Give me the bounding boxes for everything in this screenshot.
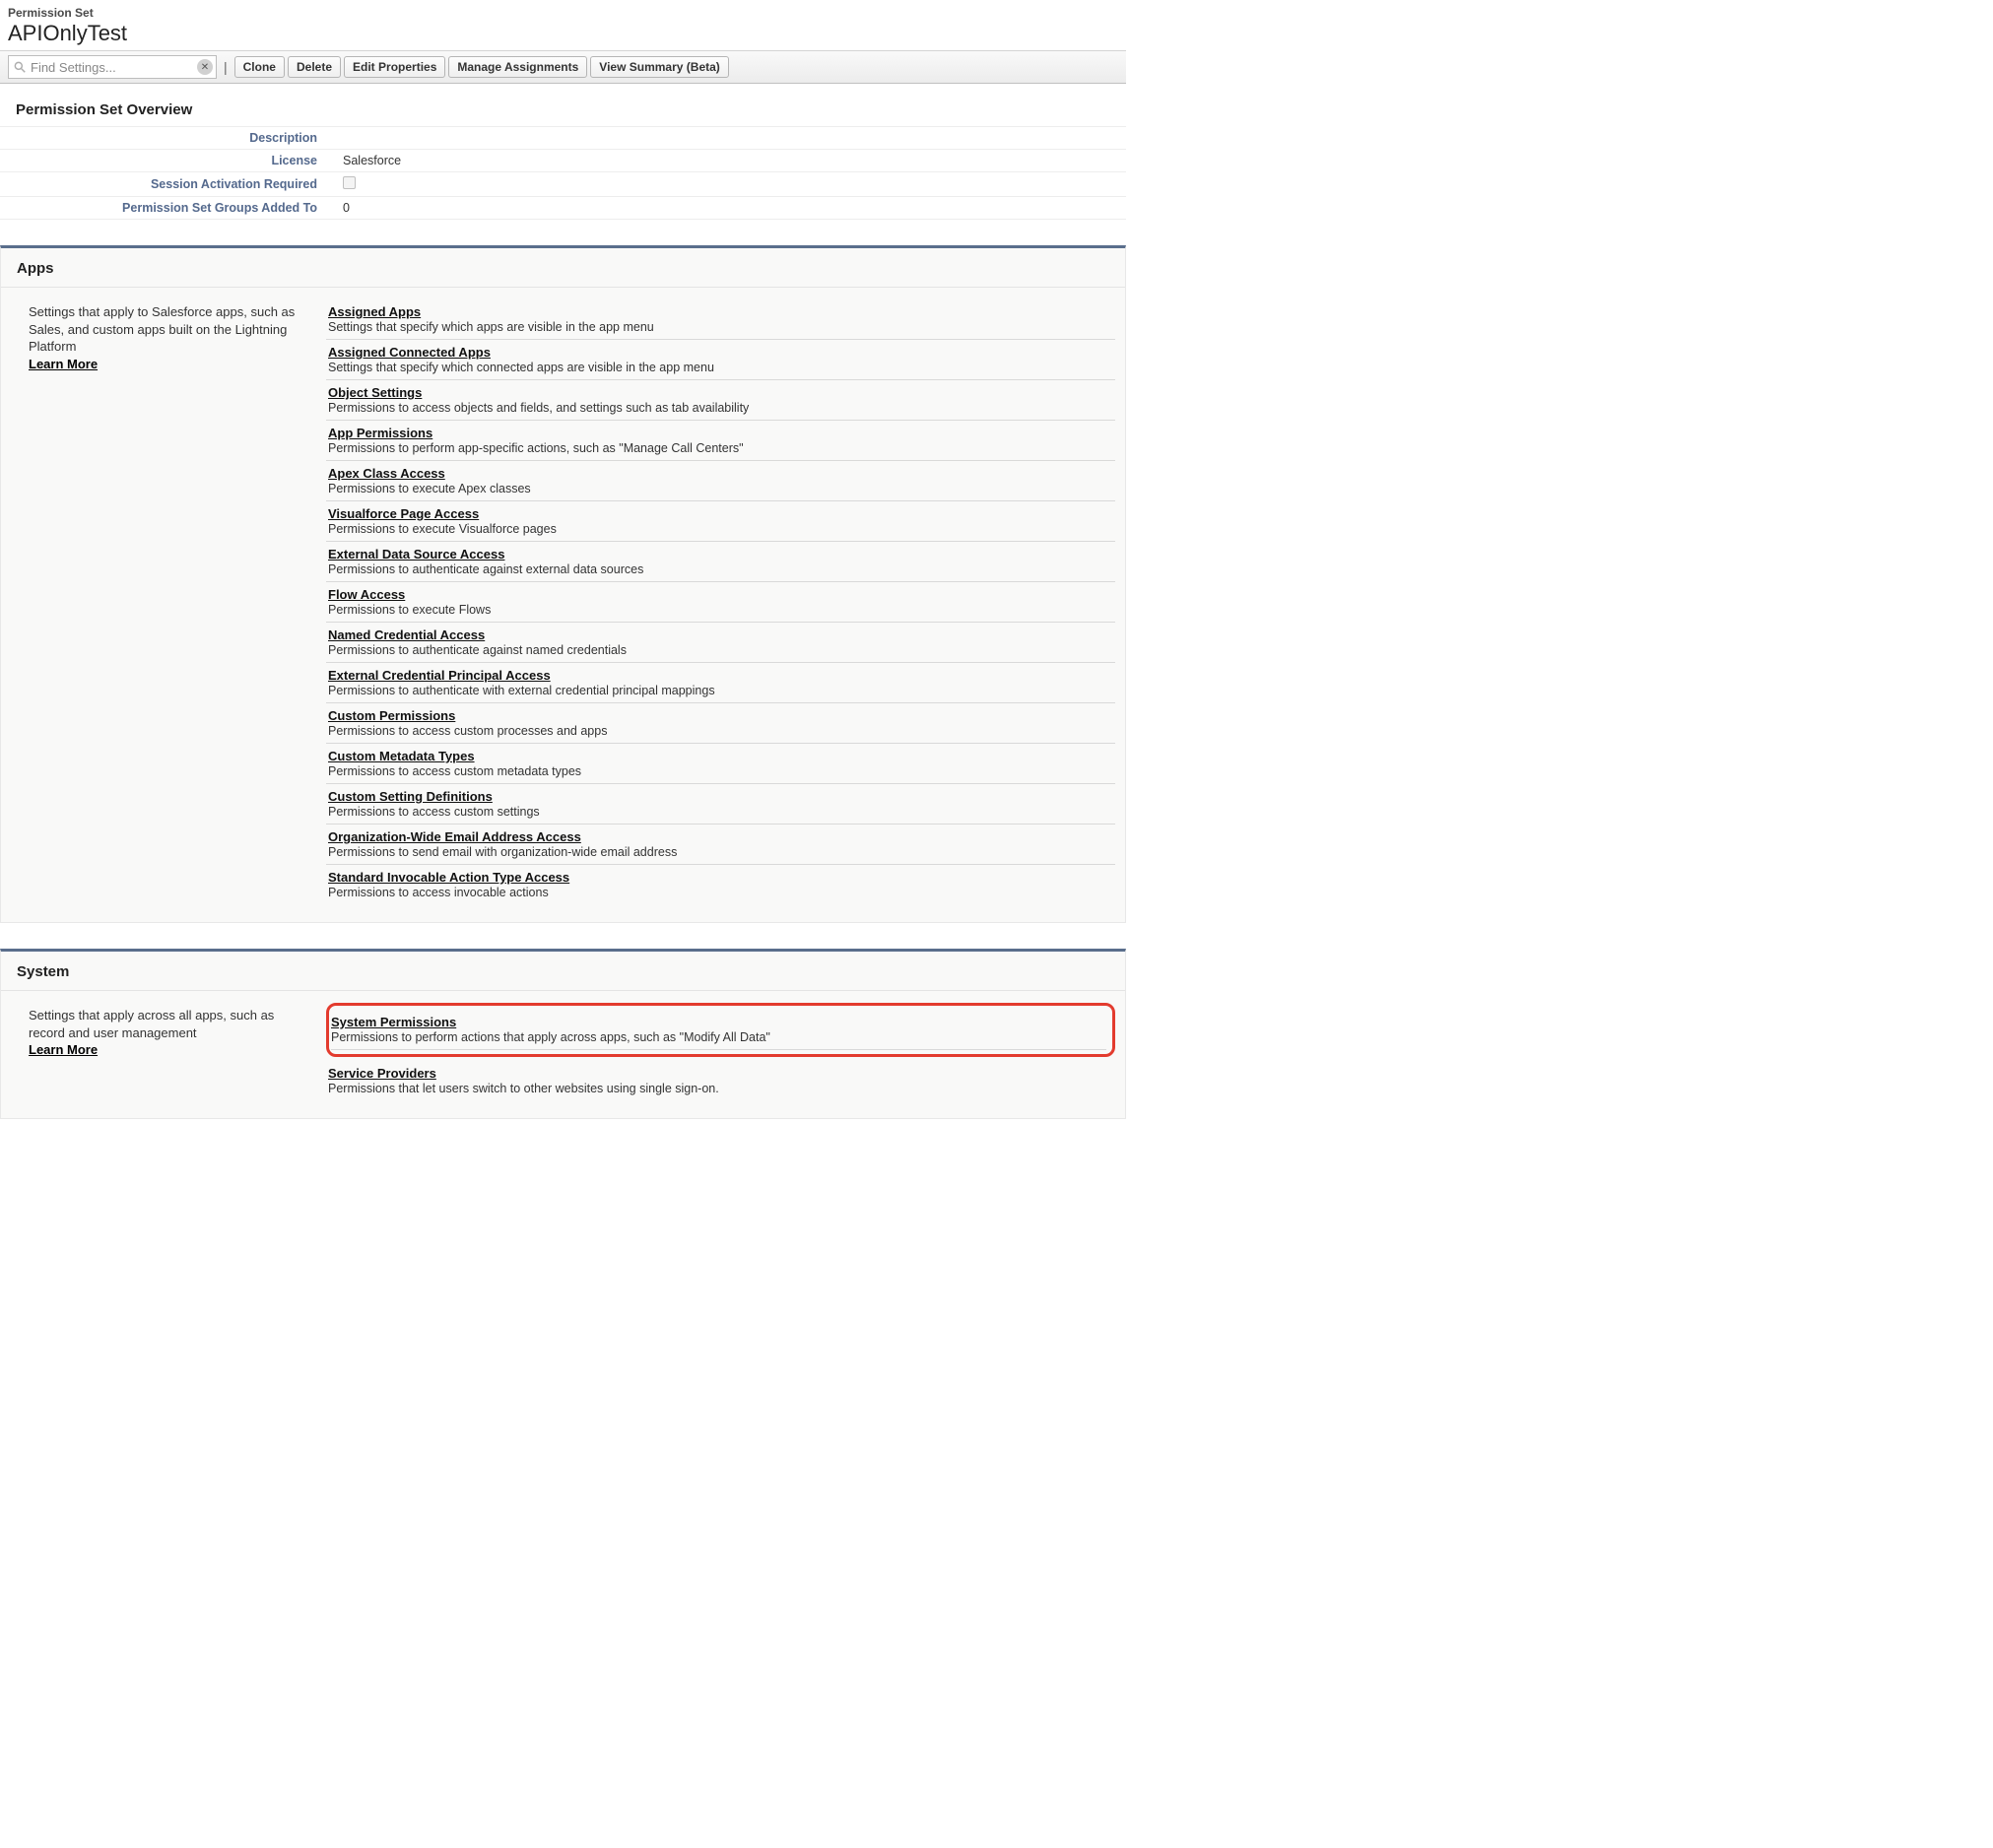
apps-learn-more-link[interactable]: Learn More — [29, 357, 98, 371]
edit-properties-button[interactable]: Edit Properties — [344, 56, 445, 78]
link-external-credential-principal-access[interactable]: External Credential Principal Access — [328, 668, 1113, 683]
ov-label-license: License — [0, 150, 335, 172]
toolbar: ✕ | Clone Delete Edit Properties Manage … — [0, 50, 1126, 84]
link-desc-flow-access: Permissions to execute Flows — [328, 603, 1113, 617]
manage-assignments-button[interactable]: Manage Assignments — [448, 56, 587, 78]
link-desc-external-credential-principal-access: Permissions to authenticate with externa… — [328, 684, 1113, 697]
clone-button[interactable]: Clone — [234, 56, 285, 78]
link-row-service-providers: Service ProvidersPermissions that let us… — [326, 1061, 1115, 1100]
link-service-providers[interactable]: Service Providers — [328, 1066, 1113, 1081]
link-desc-standard-invocable-action-type-access: Permissions to access invocable actions — [328, 886, 1113, 899]
link-organization-wide-email-address-access[interactable]: Organization-Wide Email Address Access — [328, 829, 1113, 844]
link-desc-custom-metadata-types: Permissions to access custom metadata ty… — [328, 764, 1113, 778]
ov-label-session: Session Activation Required — [0, 172, 335, 197]
apps-link-list: Assigned AppsSettings that specify which… — [326, 299, 1115, 904]
link-row-assigned-connected-apps: Assigned Connected AppsSettings that spe… — [326, 340, 1115, 380]
ov-value-session — [335, 172, 1126, 197]
link-desc-custom-permissions: Permissions to access custom processes a… — [328, 724, 1113, 738]
ov-label-groups: Permission Set Groups Added To — [0, 197, 335, 220]
link-desc-assigned-apps: Settings that specify which apps are vis… — [328, 320, 1113, 334]
link-row-external-credential-principal-access: External Credential Principal AccessPerm… — [326, 663, 1115, 703]
link-object-settings[interactable]: Object Settings — [328, 385, 1113, 400]
session-checkbox — [343, 176, 356, 189]
link-custom-metadata-types[interactable]: Custom Metadata Types — [328, 749, 1113, 763]
search-wrap: ✕ — [8, 55, 217, 79]
link-system-permissions[interactable]: System Permissions — [331, 1015, 1106, 1029]
link-row-system-permissions: System PermissionsPermissions to perform… — [331, 1010, 1106, 1050]
page-title: APIOnlyTest — [8, 21, 1118, 46]
link-app-permissions[interactable]: App Permissions — [328, 426, 1113, 440]
link-standard-invocable-action-type-access[interactable]: Standard Invocable Action Type Access — [328, 870, 1113, 885]
link-assigned-apps[interactable]: Assigned Apps — [328, 304, 1113, 319]
link-custom-permissions[interactable]: Custom Permissions — [328, 708, 1113, 723]
link-named-credential-access[interactable]: Named Credential Access — [328, 627, 1113, 642]
apps-intro-text: Settings that apply to Salesforce apps, … — [29, 304, 295, 354]
ov-label-description: Description — [0, 127, 335, 150]
system-intro: Settings that apply across all apps, suc… — [11, 1003, 326, 1100]
link-desc-organization-wide-email-address-access: Permissions to send email with organizat… — [328, 845, 1113, 859]
apps-section: Apps Settings that apply to Salesforce a… — [0, 245, 1126, 923]
link-apex-class-access[interactable]: Apex Class Access — [328, 466, 1113, 481]
system-section: System Settings that apply across all ap… — [0, 949, 1126, 1119]
page-pretitle: Permission Set — [8, 6, 1118, 20]
view-summary-button[interactable]: View Summary (Beta) — [590, 56, 729, 78]
overview-table: Description License Salesforce Session A… — [0, 126, 1126, 220]
link-row-assigned-apps: Assigned AppsSettings that specify which… — [326, 299, 1115, 340]
ov-value-groups: 0 — [335, 197, 1126, 220]
link-row-standard-invocable-action-type-access: Standard Invocable Action Type AccessPer… — [326, 865, 1115, 904]
link-row-apex-class-access: Apex Class AccessPermissions to execute … — [326, 461, 1115, 501]
highlight-system-permissions: System PermissionsPermissions to perform… — [326, 1003, 1115, 1057]
link-row-app-permissions: App PermissionsPermissions to perform ap… — [326, 421, 1115, 461]
link-desc-object-settings: Permissions to access objects and fields… — [328, 401, 1113, 415]
overview-heading: Permission Set Overview — [0, 84, 1126, 126]
link-desc-custom-setting-definitions: Permissions to access custom settings — [328, 805, 1113, 819]
link-row-organization-wide-email-address-access: Organization-Wide Email Address AccessPe… — [326, 825, 1115, 865]
delete-button[interactable]: Delete — [288, 56, 341, 78]
link-visualforce-page-access[interactable]: Visualforce Page Access — [328, 506, 1113, 521]
search-icon — [13, 60, 27, 74]
system-learn-more-link[interactable]: Learn More — [29, 1042, 98, 1057]
link-row-object-settings: Object SettingsPermissions to access obj… — [326, 380, 1115, 421]
link-row-custom-metadata-types: Custom Metadata TypesPermissions to acce… — [326, 744, 1115, 784]
link-desc-external-data-source-access: Permissions to authenticate against exte… — [328, 562, 1113, 576]
link-desc-apex-class-access: Permissions to execute Apex classes — [328, 482, 1113, 495]
link-custom-setting-definitions[interactable]: Custom Setting Definitions — [328, 789, 1113, 804]
link-desc-visualforce-page-access: Permissions to execute Visualforce pages — [328, 522, 1113, 536]
link-desc-app-permissions: Permissions to perform app-specific acti… — [328, 441, 1113, 455]
link-flow-access[interactable]: Flow Access — [328, 587, 1113, 602]
apps-intro: Settings that apply to Salesforce apps, … — [11, 299, 326, 904]
system-link-list: System PermissionsPermissions to perform… — [326, 1003, 1115, 1100]
link-row-visualforce-page-access: Visualforce Page AccessPermissions to ex… — [326, 501, 1115, 542]
ov-value-description — [335, 127, 1126, 150]
system-intro-text: Settings that apply across all apps, suc… — [29, 1008, 274, 1040]
clear-icon[interactable]: ✕ — [197, 59, 213, 75]
link-row-named-credential-access: Named Credential AccessPermissions to au… — [326, 623, 1115, 663]
link-row-external-data-source-access: External Data Source AccessPermissions t… — [326, 542, 1115, 582]
link-desc-system-permissions: Permissions to perform actions that appl… — [331, 1030, 1106, 1044]
system-heading: System — [1, 952, 1125, 991]
search-input[interactable] — [8, 55, 217, 79]
link-row-custom-setting-definitions: Custom Setting DefinitionsPermissions to… — [326, 784, 1115, 825]
ov-value-license: Salesforce — [335, 150, 1126, 172]
link-assigned-connected-apps[interactable]: Assigned Connected Apps — [328, 345, 1113, 360]
apps-heading: Apps — [1, 248, 1125, 288]
link-row-custom-permissions: Custom PermissionsPermissions to access … — [326, 703, 1115, 744]
link-desc-named-credential-access: Permissions to authenticate against name… — [328, 643, 1113, 657]
toolbar-separator: | — [224, 59, 228, 75]
link-row-flow-access: Flow AccessPermissions to execute Flows — [326, 582, 1115, 623]
link-desc-assigned-connected-apps: Settings that specify which connected ap… — [328, 361, 1113, 374]
link-desc-service-providers: Permissions that let users switch to oth… — [328, 1082, 1113, 1095]
link-external-data-source-access[interactable]: External Data Source Access — [328, 547, 1113, 561]
